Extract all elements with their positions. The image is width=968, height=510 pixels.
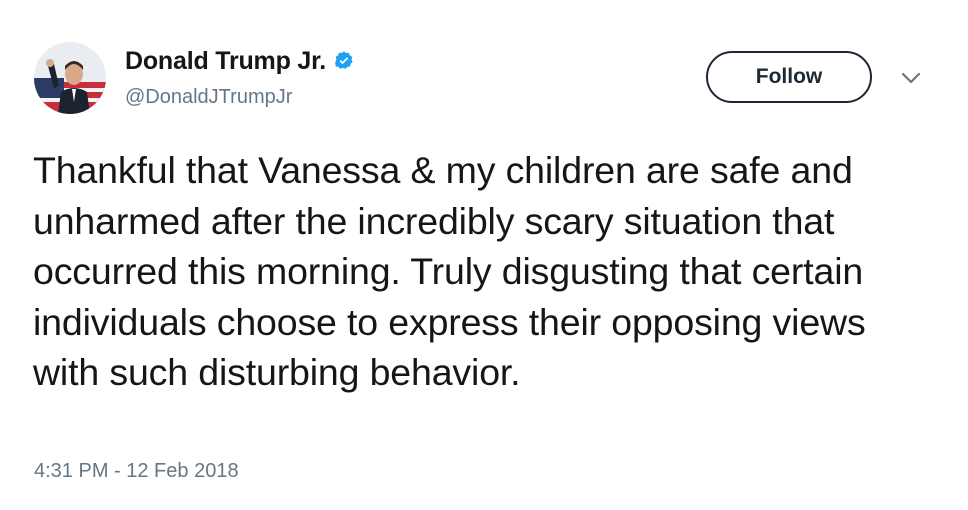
author-handle[interactable]: @DonaldJTrumpJr <box>125 86 292 109</box>
follow-button[interactable]: Follow <box>706 51 872 103</box>
verified-badge-icon <box>333 50 355 72</box>
chevron-down-icon[interactable] <box>900 70 922 86</box>
avatar[interactable] <box>34 42 106 114</box>
author-display-name[interactable]: Donald Trump Jr. <box>125 47 326 76</box>
tweet-text: Thankful that Vanessa & my children are … <box>33 149 866 393</box>
profile-photo-icon <box>34 42 106 114</box>
author-name-row[interactable]: Donald Trump Jr. <box>125 45 355 77</box>
tweet-timestamp[interactable]: 4:31 PM - 12 Feb 2018 <box>34 460 239 483</box>
